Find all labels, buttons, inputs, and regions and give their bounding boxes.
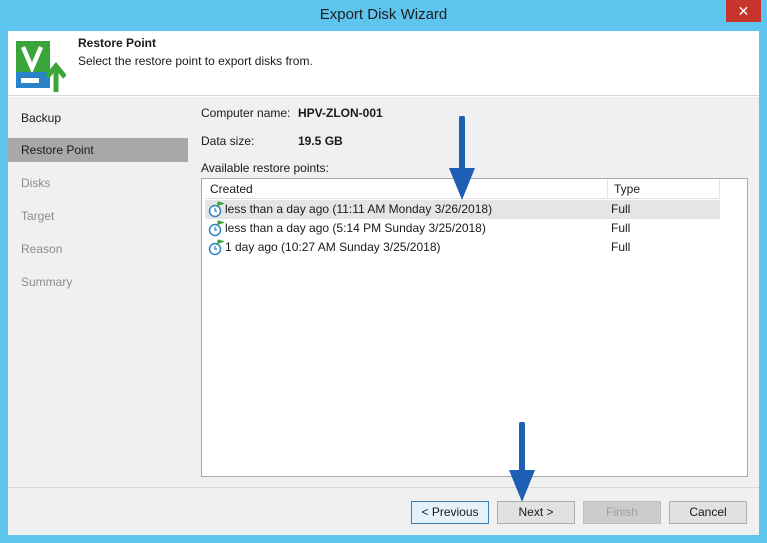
down-arrow-icon: [509, 422, 535, 502]
table-row[interactable]: less than a day ago (11:11 AM Monday 3/2…: [205, 200, 720, 219]
computer-name-value: HPV-ZLON-001: [298, 106, 383, 120]
step-summary: Summary: [21, 275, 73, 289]
restore-points-label: Available restore points:: [201, 161, 329, 175]
row-created: 1 day ago (10:27 AM Sunday 3/25/2018): [225, 240, 441, 254]
restore-point-clock-icon: [208, 220, 224, 237]
wizard-window: Restore Point Select the restore point t…: [8, 31, 759, 535]
step-disks: Disks: [21, 176, 51, 190]
close-icon: ✕: [737, 3, 750, 19]
row-type: Full: [611, 240, 631, 254]
data-size-label: Data size:: [201, 134, 255, 148]
row-type: Full: [611, 202, 631, 216]
restore-points-list[interactable]: Created Type less than a day ago (11:11 …: [201, 178, 748, 477]
step-target: Target: [21, 209, 55, 223]
finish-button: Finish: [583, 501, 661, 524]
restore-point-clock-icon: [208, 239, 224, 256]
wizard-header: Restore Point Select the restore point t…: [8, 31, 759, 96]
veeam-export-logo-icon: [16, 41, 66, 92]
down-arrow-icon: [449, 116, 475, 200]
table-row[interactable]: 1 day ago (10:27 AM Sunday 3/25/2018) Fu…: [205, 238, 720, 257]
row-created: less than a day ago (5:14 PM Sunday 3/25…: [225, 221, 486, 235]
next-button[interactable]: Next >: [497, 501, 575, 524]
restore-point-clock-icon: [208, 201, 224, 218]
step-subtitle: Select the restore point to export disks…: [78, 54, 313, 68]
wizard-footer: < Previous Next > Finish Cancel: [8, 487, 759, 535]
step-reason: Reason: [21, 242, 63, 256]
column-type[interactable]: Type: [608, 180, 720, 199]
title-bar: Export Disk Wizard ✕: [0, 0, 767, 31]
step-backup[interactable]: Backup: [8, 106, 188, 130]
wizard-steps: Backup Restore Point Disks Target Reason…: [8, 97, 188, 487]
window-title: Export Disk Wizard: [319, 6, 448, 23]
column-created[interactable]: Created: [205, 180, 608, 199]
step-title: Restore Point: [78, 36, 157, 50]
cancel-button[interactable]: Cancel: [669, 501, 747, 524]
row-created: less than a day ago (11:11 AM Monday 3/2…: [225, 202, 493, 216]
close-button[interactable]: ✕: [726, 0, 761, 22]
previous-button[interactable]: < Previous: [411, 501, 489, 524]
step-restore-point[interactable]: Restore Point: [8, 138, 188, 162]
table-row[interactable]: less than a day ago (5:14 PM Sunday 3/25…: [205, 219, 720, 238]
computer-name-label: Computer name:: [201, 106, 291, 120]
row-type: Full: [611, 221, 631, 235]
data-size-value: 19.5 GB: [298, 134, 343, 148]
